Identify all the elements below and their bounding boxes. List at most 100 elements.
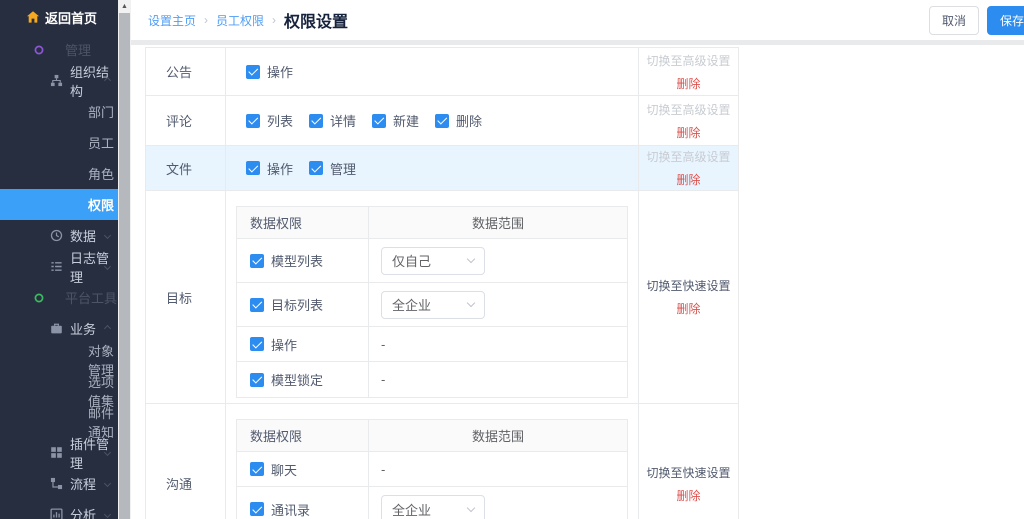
breadcrumb-link-settings-home[interactable]: 设置主页 bbox=[148, 12, 196, 29]
briefcase-icon bbox=[50, 322, 63, 335]
ring-icon bbox=[33, 44, 45, 56]
page: { "colors": { "primary": "#2d8cf0", "sid… bbox=[0, 0, 1024, 519]
delete-button[interactable]: 删除 bbox=[676, 487, 700, 504]
chevron-down-icon bbox=[104, 232, 111, 239]
checkbox-checked[interactable] bbox=[309, 114, 323, 128]
sidebar-item-business[interactable]: 业务 bbox=[0, 313, 118, 344]
scope-permission-cell: 操作 bbox=[237, 327, 369, 361]
checkbox-checked[interactable] bbox=[246, 114, 260, 128]
sidebar-item-email-notification[interactable]: 邮件通知 bbox=[0, 406, 118, 437]
toggle-settings-mode-button[interactable]: 切换至快速设置 bbox=[646, 464, 730, 481]
save-button[interactable]: 保存 bbox=[987, 6, 1024, 35]
permission-label: 新建 bbox=[393, 111, 419, 130]
checkbox-checked[interactable] bbox=[372, 114, 386, 128]
permission-label: 通讯录 bbox=[271, 500, 310, 519]
scope-row: 模型列表 仅自己 bbox=[237, 239, 627, 283]
permission-checkbox-item[interactable]: 通讯录 bbox=[250, 500, 310, 519]
permission-checkbox-item[interactable]: 详情 bbox=[309, 111, 356, 130]
sidebar-item-role[interactable]: 角色 bbox=[0, 158, 118, 189]
permission-label: 删除 bbox=[456, 111, 482, 130]
permission-checkbox-item[interactable]: 模型锁定 bbox=[250, 370, 323, 389]
sidebar-item-object-management[interactable]: 对象管理 bbox=[0, 344, 118, 375]
sidebar-item-platform-tools[interactable]: 平台工具 bbox=[0, 282, 118, 313]
sidebar-scrollbar[interactable]: ▲ bbox=[118, 0, 131, 519]
sidebar-item-permission[interactable]: 权限 bbox=[0, 189, 118, 220]
cancel-button[interactable]: 取消 bbox=[929, 6, 979, 35]
checkbox-checked[interactable] bbox=[250, 298, 264, 312]
permission-label: 操作 bbox=[267, 159, 293, 178]
category-label: 目标 bbox=[146, 191, 226, 403]
checkbox-checked[interactable] bbox=[309, 161, 323, 175]
toggle-settings-mode-button[interactable]: 切换至快速设置 bbox=[646, 277, 730, 294]
chevron-down-icon bbox=[104, 511, 111, 518]
header-actions: 取消 保存 bbox=[929, 6, 1024, 35]
category-label: 公告 bbox=[146, 48, 226, 95]
checkbox-checked[interactable] bbox=[246, 65, 260, 79]
sidebar-item-analysis[interactable]: 分析 bbox=[0, 499, 118, 519]
permissions-cell: 操作 bbox=[226, 48, 639, 95]
scope-header-permission: 数据权限 bbox=[237, 420, 369, 451]
sidebar-item-data[interactable]: 数据 bbox=[0, 220, 118, 251]
scrollbar-thumb[interactable] bbox=[119, 13, 130, 519]
permission-checkbox-item[interactable]: 列表 bbox=[246, 111, 293, 130]
checkbox-checked[interactable] bbox=[250, 337, 264, 351]
breadcrumb-separator: › bbox=[272, 13, 276, 27]
scope-row: 目标列表 全企业 bbox=[237, 283, 627, 327]
checkbox-checked[interactable] bbox=[250, 502, 264, 516]
scope-permission-cell: 通讯录 bbox=[237, 487, 369, 519]
checkbox-checked[interactable] bbox=[250, 373, 264, 387]
scope-header-range: 数据范围 bbox=[369, 207, 627, 238]
home-icon bbox=[26, 10, 40, 24]
sidebar-item-option-value-set[interactable]: 选项值集 bbox=[0, 375, 118, 406]
sidebar-item-label: 业务 bbox=[70, 319, 96, 338]
permission-checkbox-item[interactable]: 操作 bbox=[246, 62, 293, 81]
sidebar-item-label: 数据 bbox=[70, 226, 96, 245]
sidebar-item-department[interactable]: 部门 bbox=[0, 96, 118, 127]
toggle-settings-mode-button: 切换至高级设置 bbox=[646, 101, 730, 118]
scope-permission-cell: 目标列表 bbox=[237, 283, 369, 326]
delete-button[interactable]: 删除 bbox=[676, 124, 700, 141]
data-scope-select[interactable]: 全企业 bbox=[381, 291, 485, 319]
category-label: 沟通 bbox=[146, 404, 226, 519]
delete-button[interactable]: 删除 bbox=[676, 171, 700, 188]
scope-row: 操作- bbox=[237, 327, 627, 362]
sidebar-home-button[interactable]: 返回首页 bbox=[0, 0, 118, 34]
permission-checkbox-item[interactable]: 操作 bbox=[250, 335, 297, 354]
sidebar-item-label: 角色 bbox=[88, 164, 114, 183]
permission-checkbox-item[interactable]: 新建 bbox=[372, 111, 419, 130]
data-scope-select[interactable]: 仅自己 bbox=[381, 247, 485, 275]
delete-button[interactable]: 删除 bbox=[676, 75, 700, 92]
permission-checkbox-item[interactable]: 管理 bbox=[309, 159, 356, 178]
chevron-up-icon bbox=[104, 325, 111, 332]
sidebar-item-log-management[interactable]: 日志管理 bbox=[0, 251, 118, 282]
delete-button[interactable]: 删除 bbox=[676, 300, 700, 317]
scrollbar-up-arrow-icon[interactable]: ▲ bbox=[118, 0, 131, 13]
scope-range-cell: - bbox=[369, 452, 627, 486]
list-icon bbox=[50, 260, 63, 273]
breadcrumb-links: 设置主页›员工权限› bbox=[148, 12, 284, 29]
checkbox-checked[interactable] bbox=[250, 462, 264, 476]
home-label: 返回首页 bbox=[45, 8, 97, 27]
permission-checkbox-item[interactable]: 删除 bbox=[435, 111, 482, 130]
scope-empty-dash: - bbox=[381, 462, 385, 477]
sidebar-item-org-structure[interactable]: 组织结构 bbox=[0, 65, 118, 96]
app-window: 返回首页 管理组织结构部门员工角色权限数据日志管理平台工具业务对象管理选项值集邮… bbox=[0, 0, 1024, 519]
checkbox-checked[interactable] bbox=[250, 254, 264, 268]
breadcrumb-link-employee-permission[interactable]: 员工权限 bbox=[216, 12, 264, 29]
permission-label: 操作 bbox=[267, 62, 293, 81]
sidebar-item-employee[interactable]: 员工 bbox=[0, 127, 118, 158]
sidebar-item-plugin-management[interactable]: 插件管理 bbox=[0, 437, 118, 468]
permission-checkbox-item[interactable]: 模型列表 bbox=[250, 251, 323, 270]
permission-checkbox-item[interactable]: 目标列表 bbox=[250, 295, 323, 314]
sidebar-item-workflow[interactable]: 流程 bbox=[0, 468, 118, 499]
scope-permission-cell: 聊天 bbox=[237, 452, 369, 486]
sidebar-item-label: 流程 bbox=[70, 474, 96, 493]
permission-checkbox-item[interactable]: 聊天 bbox=[250, 460, 297, 479]
checkbox-checked[interactable] bbox=[246, 161, 260, 175]
permission-checkbox-item[interactable]: 操作 bbox=[246, 159, 293, 178]
sidebar-item-management[interactable]: 管理 bbox=[0, 34, 118, 65]
chevron-down-icon bbox=[467, 299, 475, 307]
checkbox-checked[interactable] bbox=[435, 114, 449, 128]
permission-label: 操作 bbox=[271, 335, 297, 354]
data-scope-select[interactable]: 全企业 bbox=[381, 495, 485, 519]
